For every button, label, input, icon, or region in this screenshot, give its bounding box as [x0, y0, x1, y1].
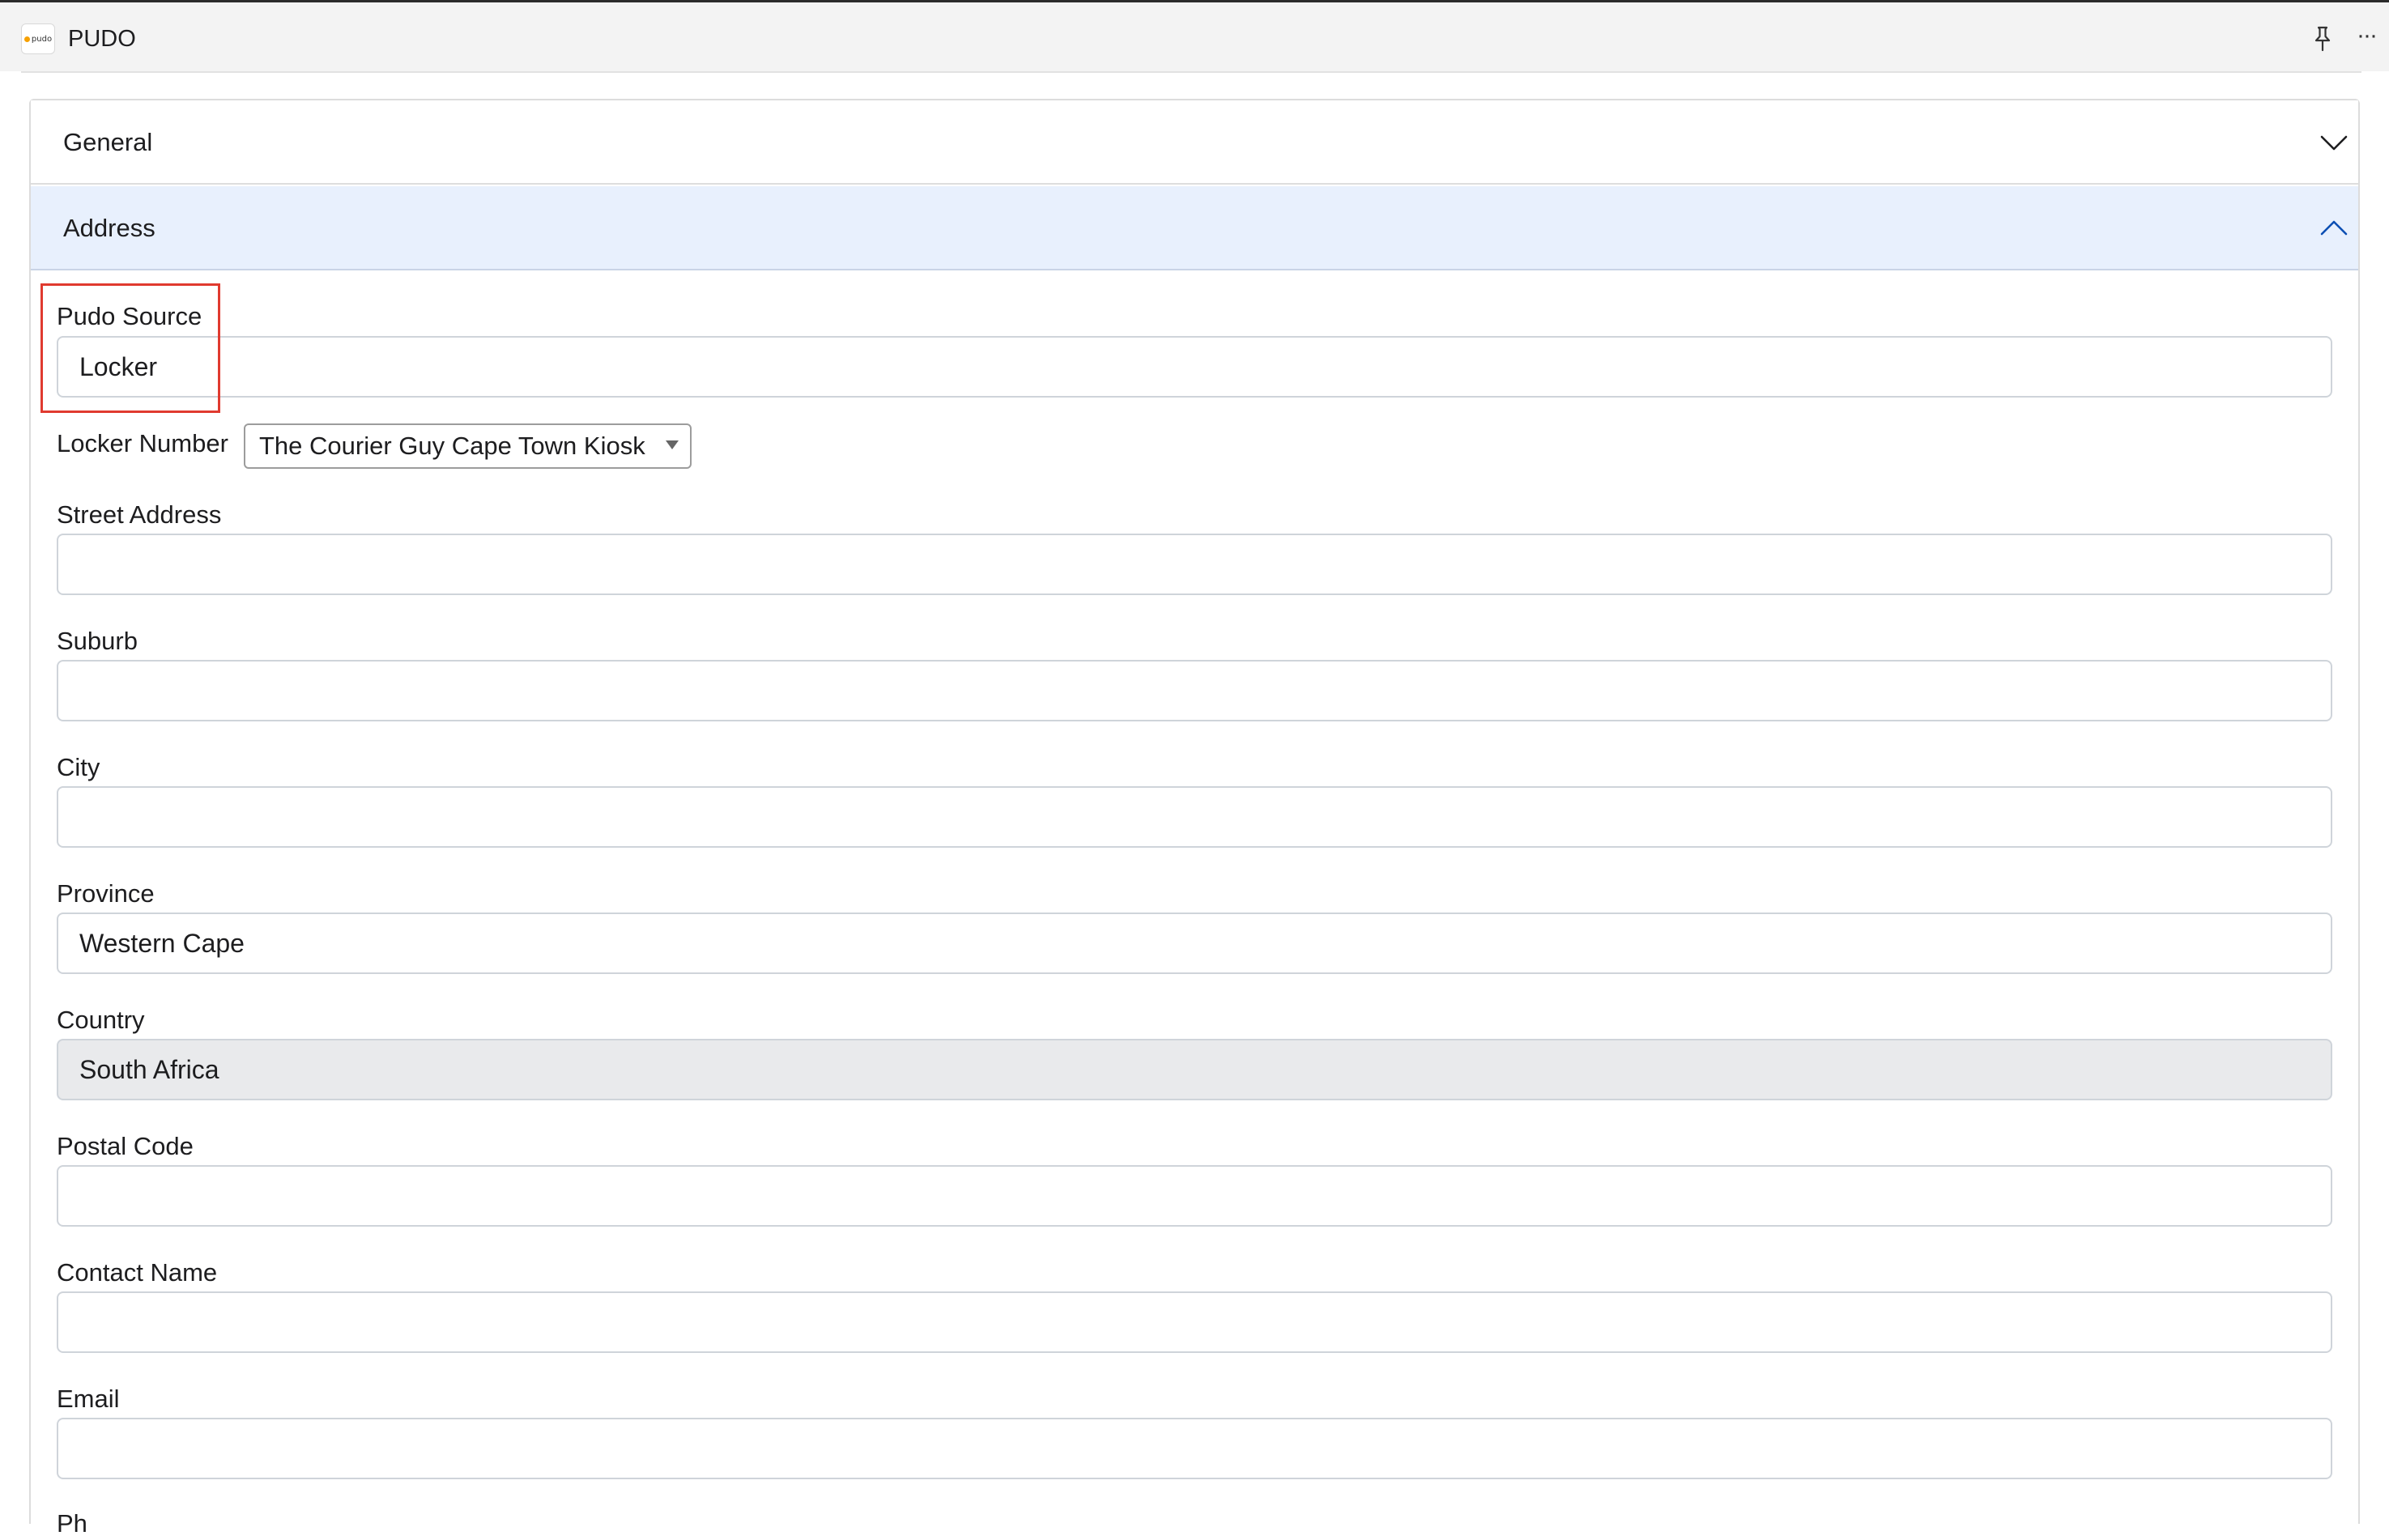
accordion-general-header[interactable]: General — [31, 100, 2358, 185]
pudo-source-label: Pudo Source — [57, 302, 202, 330]
postal-code-label: Postal Code — [57, 1132, 194, 1160]
street-address-input[interactable] — [57, 534, 2332, 595]
province-input[interactable] — [57, 913, 2332, 974]
chevron-up-icon — [2320, 220, 2348, 236]
accordion-address-title: Address — [63, 214, 155, 242]
more-icon[interactable]: ··· — [2353, 23, 2380, 53]
pin-icon[interactable] — [2310, 25, 2335, 53]
logo-text: pudo — [31, 34, 53, 44]
pudo-logo-icon: pudo — [21, 23, 55, 54]
street-address-label: Street Address — [57, 500, 222, 529]
window-titlebar: pudo PUDO ··· — [0, 0, 2389, 71]
accordion-address-header[interactable]: Address — [31, 186, 2358, 270]
accordion-general-title: General — [63, 128, 153, 156]
dropdown-arrow-icon — [666, 440, 679, 449]
suburb-label: Suburb — [57, 627, 138, 655]
locker-number-select[interactable]: The Courier Guy Cape Town Kiosk — [244, 423, 692, 469]
city-input[interactable] — [57, 786, 2332, 848]
postal-code-input[interactable] — [57, 1165, 2332, 1227]
email-label: Email — [57, 1385, 120, 1413]
email-input[interactable] — [57, 1418, 2332, 1479]
app-title: PUDO — [68, 26, 136, 52]
country-label: Country — [57, 1006, 145, 1034]
logo-dot — [23, 36, 30, 42]
suburb-input[interactable] — [57, 660, 2332, 721]
contact-name-label: Contact Name — [57, 1258, 218, 1287]
titlebar-divider — [21, 71, 2361, 73]
country-input — [57, 1039, 2332, 1100]
city-label: City — [57, 753, 100, 781]
pudo-source-input[interactable] — [57, 336, 2332, 398]
next-field-label-partial: Ph — [57, 1509, 87, 1538]
chevron-down-icon — [2320, 135, 2348, 151]
locker-number-label: Locker Number — [57, 429, 228, 457]
province-label: Province — [57, 879, 155, 908]
contact-name-input[interactable] — [57, 1291, 2332, 1353]
